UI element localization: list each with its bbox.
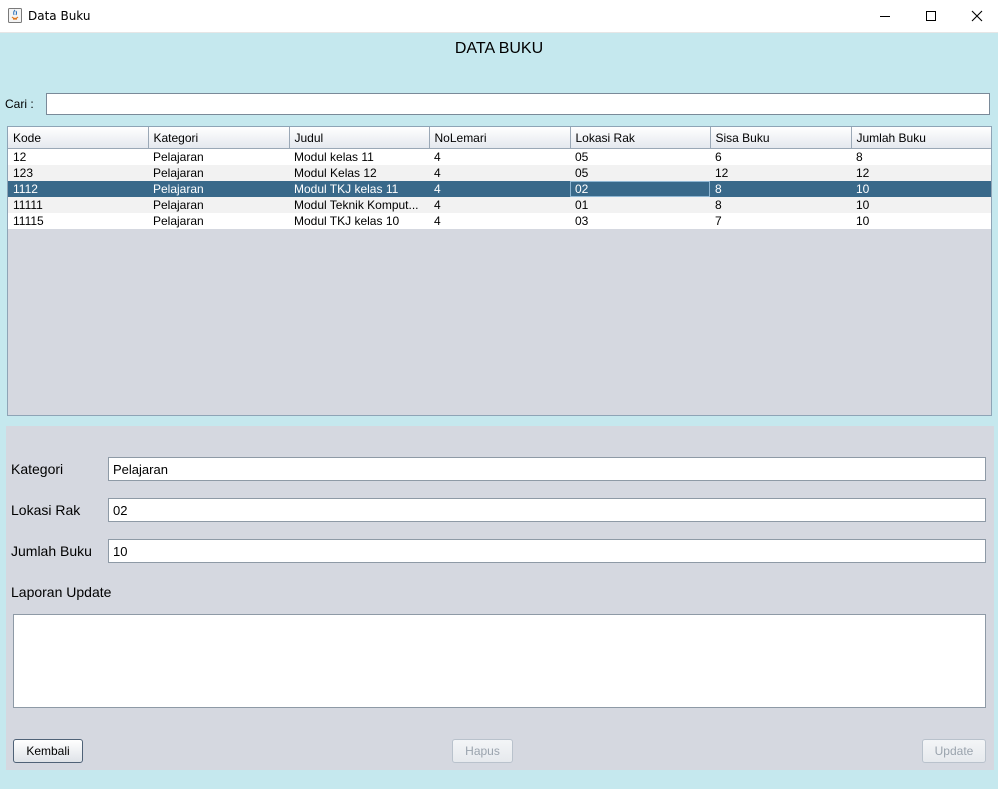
table-cell[interactable]: Modul Kelas 12 bbox=[289, 165, 429, 181]
table-row[interactable]: 12 Pelajaran Modul kelas 11 4 05 6 8 bbox=[8, 148, 991, 165]
table-cell[interactable]: 4 bbox=[429, 213, 570, 229]
close-button[interactable] bbox=[954, 0, 998, 32]
table-cell[interactable]: 12 bbox=[710, 165, 851, 181]
table-row[interactable]: 11111 Pelajaran Modul Teknik Komput... 4… bbox=[8, 197, 991, 213]
table-cell[interactable]: 1112 bbox=[8, 181, 148, 197]
table-cell[interactable]: Pelajaran bbox=[148, 148, 289, 165]
table-row[interactable]: 11115 Pelajaran Modul TKJ kelas 10 4 03 … bbox=[8, 213, 991, 229]
table-cell[interactable]: 10 bbox=[851, 197, 991, 213]
search-input[interactable] bbox=[46, 93, 990, 115]
table-cell[interactable]: Modul TKJ kelas 11 bbox=[289, 181, 429, 197]
table-cell[interactable]: Modul TKJ kelas 10 bbox=[289, 213, 429, 229]
table-cell[interactable]: 05 bbox=[570, 148, 710, 165]
kategori-field[interactable]: Pelajaran bbox=[108, 457, 986, 481]
table-cell[interactable]: 8 bbox=[851, 148, 991, 165]
maximize-button[interactable] bbox=[908, 0, 954, 32]
table-cell[interactable]: Modul kelas 11 bbox=[289, 148, 429, 165]
table-cell[interactable]: 01 bbox=[570, 197, 710, 213]
table-cell[interactable]: 11111 bbox=[8, 197, 148, 213]
table-row-selected[interactable]: 1112 Pelajaran Modul TKJ kelas 11 4 02 8… bbox=[8, 181, 991, 197]
table-cell[interactable]: Pelajaran bbox=[148, 181, 289, 197]
table-cell[interactable]: 123 bbox=[8, 165, 148, 181]
table-cell[interactable]: 11115 bbox=[8, 213, 148, 229]
java-app-icon bbox=[8, 8, 22, 23]
search-label: Cari : bbox=[5, 97, 34, 111]
table-cell[interactable]: 7 bbox=[710, 213, 851, 229]
table-cell[interactable]: Pelajaran bbox=[148, 213, 289, 229]
column-header-lokasi-rak[interactable]: Lokasi Rak bbox=[570, 127, 711, 149]
table-header-row: Kode Kategori Judul NoLemari Lokasi Rak … bbox=[8, 127, 991, 149]
table-cell[interactable]: 12 bbox=[8, 148, 148, 165]
laporan-update-textarea[interactable] bbox=[13, 614, 986, 708]
table-cell[interactable]: 4 bbox=[429, 165, 570, 181]
table-cell[interactable]: 4 bbox=[429, 197, 570, 213]
table-cell[interactable]: 4 bbox=[429, 148, 570, 165]
table-cell[interactable]: 8 bbox=[710, 197, 851, 213]
column-header-kode[interactable]: Kode bbox=[8, 127, 149, 149]
column-header-judul[interactable]: Judul bbox=[289, 127, 430, 149]
window-title: Data Buku bbox=[28, 9, 91, 23]
table-cell[interactable]: Pelajaran bbox=[148, 197, 289, 213]
table-cell[interactable]: 10 bbox=[851, 181, 991, 197]
maximize-icon bbox=[926, 11, 936, 21]
table-cell[interactable]: 03 bbox=[570, 213, 710, 229]
table-cell[interactable]: 05 bbox=[570, 165, 710, 181]
update-button[interactable]: Update bbox=[922, 739, 986, 763]
table-cell[interactable]: Pelajaran bbox=[148, 165, 289, 181]
lokasi-rak-field[interactable]: 02 bbox=[108, 498, 986, 522]
minimize-icon bbox=[880, 16, 890, 17]
table-cell[interactable]: Modul Teknik Komput... bbox=[289, 197, 429, 213]
column-header-sisa-buku[interactable]: Sisa Buku bbox=[710, 127, 852, 149]
table-row[interactable]: 123 Pelajaran Modul Kelas 12 4 05 12 12 bbox=[8, 165, 991, 181]
hapus-button[interactable]: Hapus bbox=[452, 739, 513, 763]
close-icon bbox=[971, 10, 983, 22]
kembali-button[interactable]: Kembali bbox=[13, 739, 83, 763]
table-cell[interactable]: 8 bbox=[710, 181, 851, 197]
laporan-update-label: Laporan Update bbox=[11, 584, 112, 600]
lokasi-rak-label: Lokasi Rak bbox=[11, 502, 81, 518]
book-table: Kode Kategori Judul NoLemari Lokasi Rak … bbox=[7, 126, 992, 416]
table-cell[interactable]: 6 bbox=[710, 148, 851, 165]
column-header-nolemari[interactable]: NoLemari bbox=[429, 127, 571, 149]
table-cell-focused[interactable]: 02 bbox=[570, 181, 710, 197]
table-cell[interactable]: 10 bbox=[851, 213, 991, 229]
jumlah-buku-label: Jumlah Buku bbox=[11, 543, 92, 559]
column-header-jumlah-buku[interactable]: Jumlah Buku bbox=[851, 127, 991, 149]
table-cell[interactable]: 4 bbox=[429, 181, 570, 197]
minimize-button[interactable] bbox=[862, 0, 908, 32]
column-header-kategori[interactable]: Kategori bbox=[148, 127, 290, 149]
form-panel: Kategori Pelajaran Lokasi Rak 02 Jumlah … bbox=[6, 426, 994, 770]
table-cell[interactable]: 12 bbox=[851, 165, 991, 181]
page-title: DATA BUKU bbox=[454, 40, 544, 57]
jumlah-buku-field[interactable]: 10 bbox=[108, 539, 986, 563]
window-titlebar: Data Buku bbox=[0, 0, 998, 33]
kategori-label: Kategori bbox=[11, 461, 64, 477]
